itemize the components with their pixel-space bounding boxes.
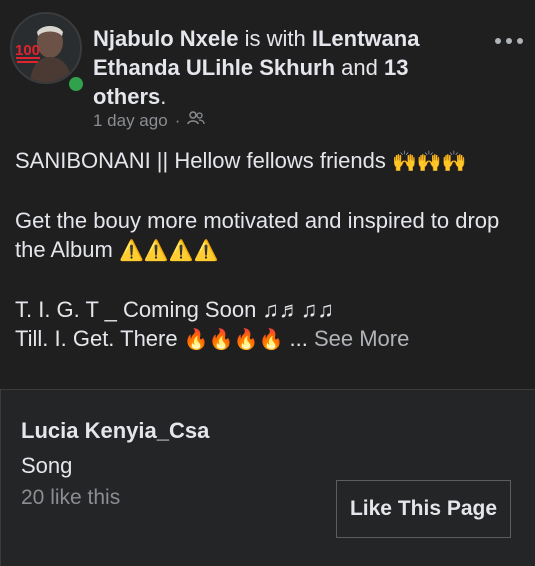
post-meta: 1 day ago · [93,110,206,131]
author-name[interactable]: Njabulo Nxele [93,26,238,51]
post-text: SANIBONANI || Hellow fellows friends 🙌🙌🙌… [15,146,525,355]
page-likes-count: 20 like this [21,486,121,509]
raised-hands-emoji: 🙌🙌🙌 [392,151,467,173]
ellipsis: ... [289,326,308,351]
online-status-dot [66,74,86,94]
see-more-link[interactable]: See More [314,326,409,351]
with-connector: is with [244,26,306,51]
and-text: and [341,55,378,80]
more-options-icon[interactable] [495,31,529,51]
fire-emoji: 🔥🔥🔥🔥 [183,329,284,351]
post-author-line: Njabulo Nxele is with ILentwana Ethanda … [93,24,448,111]
avatar-photo-icon: 100 [12,14,80,82]
body-line-1: SANIBONANI || Hellow fellows friends 🙌🙌🙌 [15,148,467,173]
meta-separator: · [174,110,181,130]
warning-emoji: ⚠️⚠️⚠️⚠️ [118,240,219,262]
author-avatar[interactable]: 100 [10,12,86,94]
post-time[interactable]: 1 day ago [93,111,168,131]
friends-audience-icon[interactable] [187,110,206,131]
body-line-4: Till. I. Get. There 🔥🔥🔥🔥 ... See More [15,326,410,351]
page-category: Song [21,453,73,478]
like-page-button[interactable]: Like This Page [336,480,511,538]
page-card[interactable]: Lucia Kenyia_Csa Song 20 like this Like … [0,390,535,566]
page-name[interactable]: Lucia Kenyia_Csa [21,418,209,444]
body-line-2: Get the bouy more motivated and inspired… [15,208,500,262]
body-line-3: T. I. G. T _ Coming Soon ♫♬♫♫ [15,297,334,322]
sentence-period: . [160,84,167,109]
avatar-100-label: 100 [15,42,40,59]
avatar-image: 100 [10,12,82,84]
post-header: 100 Njabulo Nxele is with ILentwana Etha… [0,0,535,140]
